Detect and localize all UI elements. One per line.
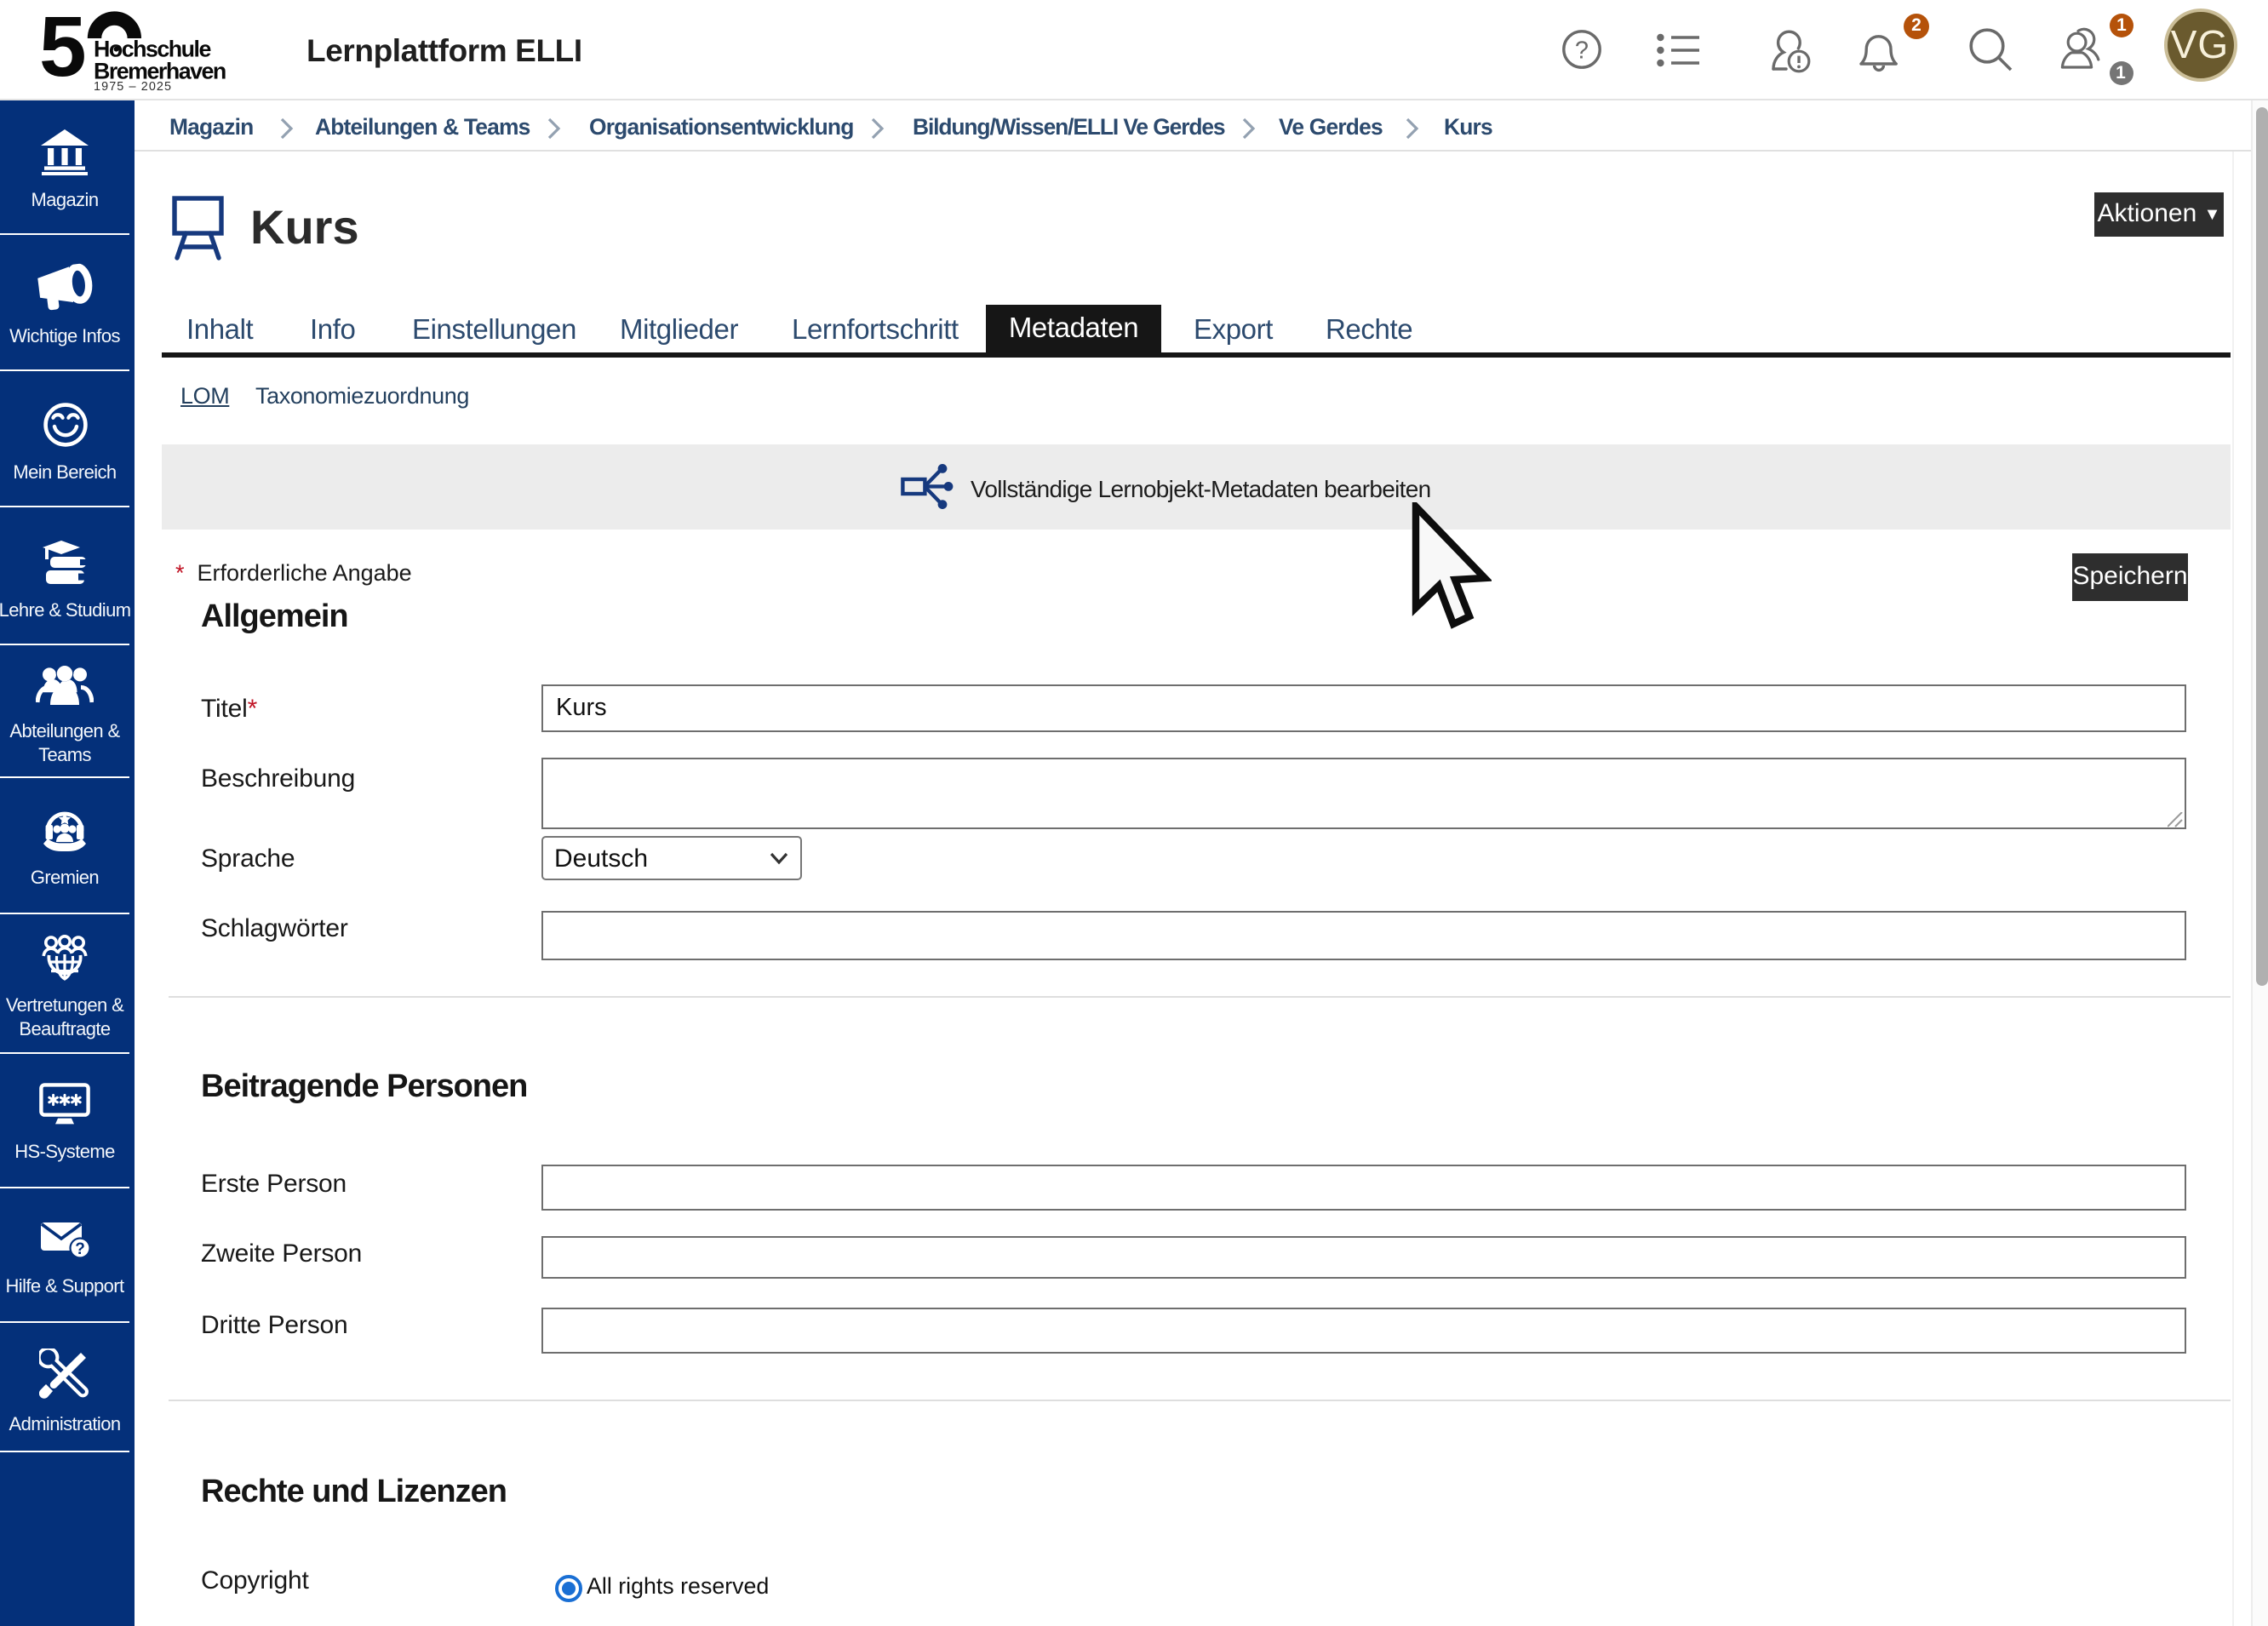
svg-text:?: ? — [1575, 37, 1589, 64]
svg-text:?: ? — [74, 1240, 84, 1258]
